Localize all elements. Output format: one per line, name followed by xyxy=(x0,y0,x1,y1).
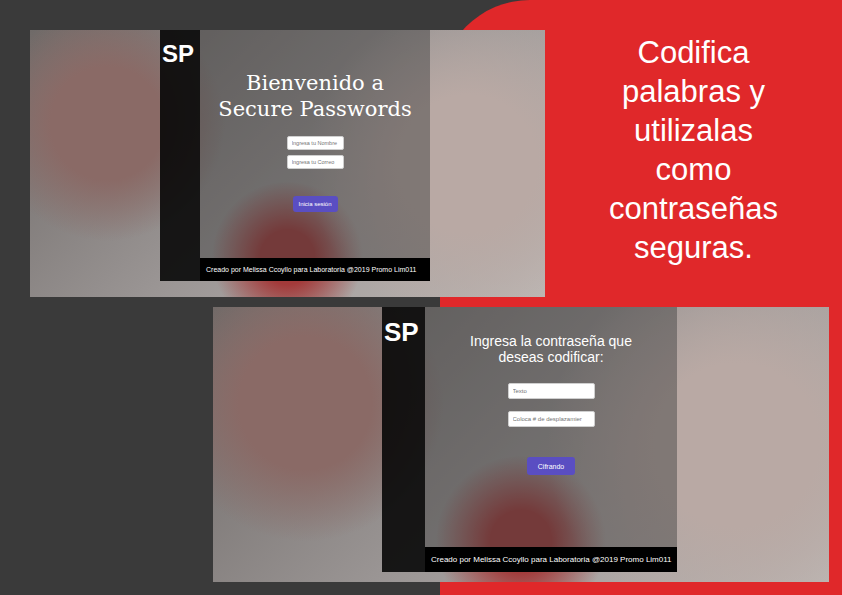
footer: Creado por Melissa Ccoyllo para Laborato… xyxy=(200,258,430,281)
bottom-row: SP Ingresa la contraseña que deseas codif… xyxy=(0,307,842,582)
text-field[interactable] xyxy=(287,136,344,150)
text-field[interactable] xyxy=(508,411,595,427)
tagline-line: utilizalas xyxy=(634,111,753,150)
form-fields xyxy=(508,383,595,427)
form-fields xyxy=(287,136,344,169)
form-title: Bienvenido a Secure Passwords xyxy=(215,70,415,122)
tagline-line: contraseñas xyxy=(609,189,778,228)
submit-button[interactable]: Inicia sesión xyxy=(293,196,338,212)
text-field[interactable] xyxy=(508,383,595,399)
form-panel: SP Bienvenido a Secure Passwords Inicia se… xyxy=(160,30,430,281)
tagline-line: palabras y xyxy=(622,72,765,111)
logo: SP xyxy=(160,30,200,281)
form-panel: SP Ingresa la contraseña que deseas codif… xyxy=(382,307,677,572)
logo: SP xyxy=(382,307,425,572)
tagline: Codificapalabras yutilizalascomocontrase… xyxy=(545,30,842,267)
form-title: Ingresa la contraseña que deseas codific… xyxy=(451,333,651,365)
form-column: Bienvenido a Secure Passwords Inicia sesi… xyxy=(200,30,430,281)
top-row: SP Bienvenido a Secure Passwords Inicia se… xyxy=(0,30,842,297)
tagline-line: como xyxy=(656,150,732,189)
tagline-line: seguras. xyxy=(634,228,753,267)
app-screenshot: SP Bienvenido a Secure Passwords Inicia se… xyxy=(30,30,545,297)
slide: SP Bienvenido a Secure Passwords Inicia se… xyxy=(0,0,842,595)
tagline-line: Codifica xyxy=(638,33,750,72)
form-column: Ingresa la contraseña que deseas codific… xyxy=(425,307,677,572)
text-field[interactable] xyxy=(287,155,344,169)
app-screenshot: SP Ingresa la contraseña que deseas codif… xyxy=(213,307,829,582)
footer: Creado por Melissa Ccoyllo para Laborato… xyxy=(425,547,677,572)
submit-button[interactable]: Cifrando xyxy=(527,457,575,475)
